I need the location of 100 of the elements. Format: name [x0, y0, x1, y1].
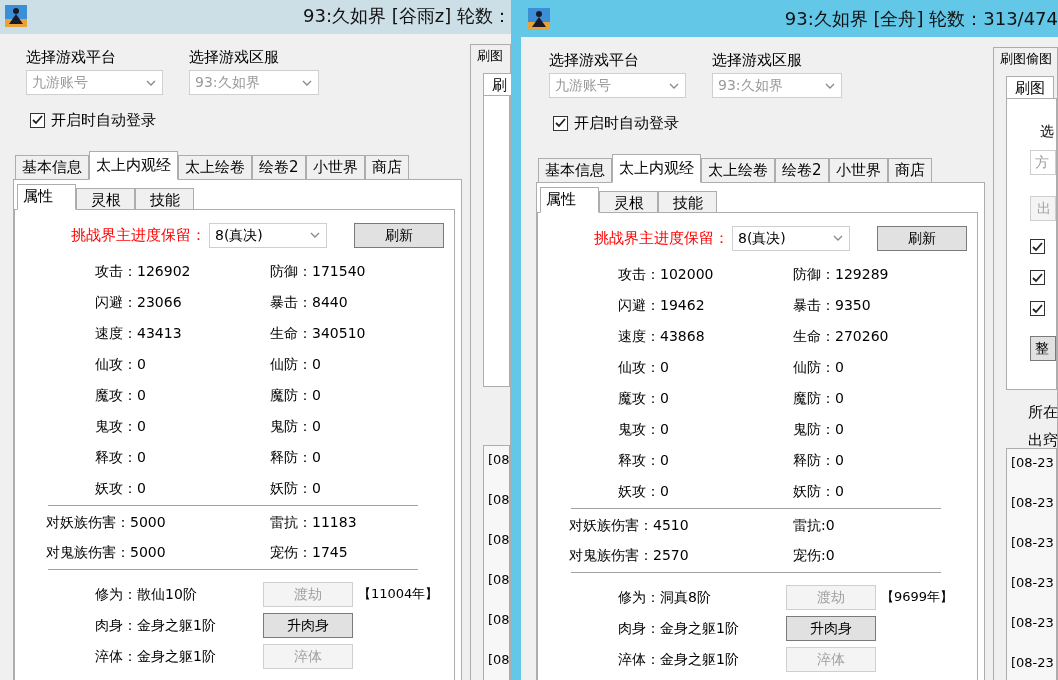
stat-text: 魔防：0 — [793, 388, 844, 408]
chevron-down-icon — [146, 79, 156, 86]
log-entry: [08 — [488, 531, 510, 549]
log-entry: [08-23 — [1011, 614, 1054, 632]
checkbox[interactable] — [1030, 239, 1045, 254]
window-title: 93:久如界 [全舟] 轮数：313/474 — [784, 7, 1058, 31]
log-entry: [08 — [488, 451, 510, 469]
checkbox[interactable] — [1030, 270, 1045, 285]
dropdown-value: 8(真决) — [214, 225, 263, 245]
log-entry: [08-23 — [1011, 574, 1054, 592]
stat-text: 妖攻：0 — [618, 481, 670, 501]
stat-text: 闪避：23066 — [95, 292, 183, 312]
dropdown-value: 方 — [1035, 153, 1049, 172]
stat-text: 生命：340510 — [270, 323, 366, 343]
button[interactable]: 升肉身 — [263, 612, 353, 638]
dropdown-value: 九游账号 — [31, 73, 88, 92]
stat-text: 释攻：0 — [618, 450, 670, 470]
tab[interactable]: 商店 — [887, 157, 932, 182]
stat-text: 魔攻：0 — [618, 388, 670, 408]
button[interactable]: 刷新 — [354, 222, 444, 248]
stat-text: 速度：43868 — [618, 326, 706, 346]
field-label: 选择游戏平台 — [26, 47, 117, 67]
chevron-down-icon — [310, 232, 320, 238]
stat-text: 宠伤:0 — [793, 546, 835, 565]
stat-text: 暴击：8440 — [270, 292, 348, 312]
stat-text: 仙攻：0 — [618, 357, 670, 377]
tab[interactable]: 灵根 — [76, 187, 135, 209]
dropdown-value: 93:久如界 — [717, 76, 783, 95]
log-entry: [08-23 — [1011, 654, 1054, 672]
tab[interactable]: 刷图 — [1006, 76, 1054, 98]
stat-text: 修为：散仙10阶 — [95, 584, 198, 604]
tab[interactable]: 绘卷2 — [775, 157, 829, 182]
tab[interactable]: 属性 — [540, 186, 599, 213]
stat-text: 肉身：金身之躯1阶 — [95, 615, 217, 635]
button[interactable]: 刷新 — [877, 225, 967, 251]
stat-text: 宠伤：1745 — [270, 543, 348, 562]
field-label: 选择游戏区服 — [189, 47, 280, 67]
stat-text: 暴击：9350 — [793, 295, 871, 315]
tab[interactable]: 商店 — [364, 154, 409, 179]
dropdown-value: 九游账号 — [554, 76, 611, 95]
tab[interactable]: 小世界 — [828, 157, 888, 182]
tab[interactable]: 刷 — [483, 73, 511, 95]
tab[interactable]: 太上绘卷 — [701, 157, 775, 182]
field-label: 出窍 — [1028, 430, 1058, 451]
stat-text: 雷抗：11183 — [270, 513, 357, 532]
field-label: 选 — [1040, 122, 1054, 141]
dropdown-value: 93:久如界 — [194, 73, 260, 92]
stat-text: 防御：171540 — [270, 261, 366, 281]
stat-text: 释攻：0 — [95, 447, 147, 467]
field-label: 选择游戏平台 — [549, 50, 640, 70]
tab[interactable]: 技能 — [135, 187, 194, 209]
year-note: 【9699年】 — [881, 588, 954, 607]
log-entry: [08 — [488, 611, 510, 629]
field-label: 所在 — [1028, 402, 1058, 423]
log-entry: [08-23 — [1011, 494, 1054, 512]
dropdown[interactable]: 8(真决) — [209, 222, 327, 248]
stat-text: 攻击：126902 — [95, 261, 192, 281]
tab[interactable]: 绘卷2 — [252, 154, 306, 179]
tab[interactable]: 属性 — [17, 183, 76, 210]
log-entry: [08 — [488, 491, 510, 509]
stat-text: 雷抗:0 — [793, 516, 835, 535]
chevron-down-icon — [825, 82, 835, 89]
stat-text: 防御：129289 — [793, 264, 889, 284]
app-icon — [528, 7, 550, 30]
checkbox[interactable] — [1030, 301, 1045, 316]
stat-text: 仙攻：0 — [95, 354, 147, 374]
stat-text: 妖防：0 — [270, 478, 321, 498]
app-icon — [5, 4, 27, 27]
tab[interactable]: 太上内观经 — [612, 153, 701, 183]
dropdown-value: 8(真决) — [737, 228, 786, 248]
year-note: 【11004年】 — [358, 585, 439, 604]
stat-text: 魔防：0 — [270, 385, 321, 405]
tab[interactable]: 灵根 — [599, 190, 658, 212]
dropdown[interactable]: 8(真决) — [732, 225, 850, 251]
stat-text: 速度：43413 — [95, 323, 183, 343]
tab[interactable]: 太上绘卷 — [178, 154, 252, 179]
stat-text: 魔攻：0 — [95, 385, 147, 405]
button[interactable]: 整 — [1030, 336, 1056, 361]
stat-text: 对妖族伤害：4510 — [569, 516, 690, 535]
button[interactable]: 升肉身 — [786, 615, 876, 641]
checkbox[interactable] — [553, 115, 568, 131]
stat-text: 释防：0 — [270, 447, 321, 467]
checkbox[interactable] — [30, 112, 45, 128]
tab[interactable]: 基本信息 — [538, 157, 612, 182]
log-entry: [08 — [488, 571, 510, 589]
tab[interactable]: 基本信息 — [15, 154, 89, 179]
stat-text: 鬼防：0 — [793, 419, 844, 439]
field-label: 选择游戏区服 — [712, 50, 803, 70]
checkbox-label: 开启时自动登录 — [51, 110, 156, 131]
stat-text: 鬼防：0 — [270, 416, 321, 436]
stat-text: 仙防：0 — [793, 357, 844, 377]
stat-text: 妖防：0 — [793, 481, 844, 501]
checkbox-label: 开启时自动登录 — [574, 113, 679, 134]
tab[interactable]: 小世界 — [305, 154, 365, 179]
field-label: 挑战界主进度保留： — [70, 224, 206, 246]
stat-text: 释防：0 — [793, 450, 844, 470]
chevron-down-icon — [669, 82, 679, 89]
tab[interactable]: 太上内观经 — [89, 150, 178, 180]
tab[interactable]: 技能 — [658, 190, 717, 212]
stat-text: 对鬼族伤害：2570 — [569, 546, 690, 565]
